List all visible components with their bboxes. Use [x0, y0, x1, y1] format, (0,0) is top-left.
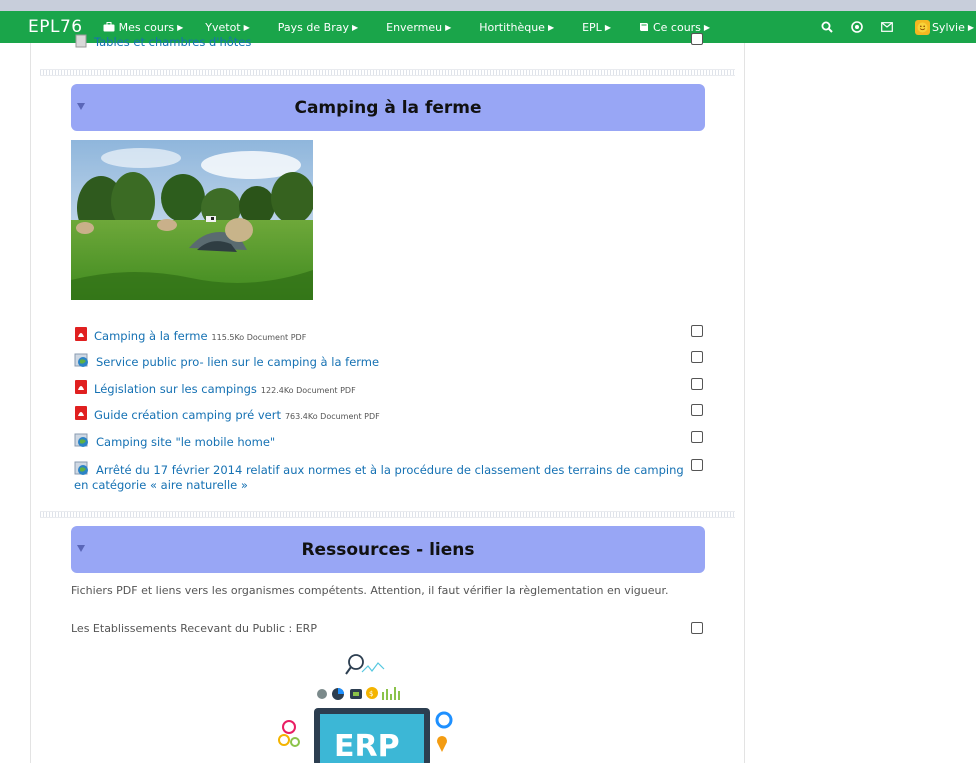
activity-label: Législation sur les campings — [94, 382, 257, 396]
pdf-icon — [74, 379, 88, 400]
activity-label: Camping site "le mobile home" — [96, 435, 276, 449]
activity-service-public-link[interactable]: Service public pro- lien sur le camping … — [74, 352, 379, 373]
completion-checkbox[interactable] — [691, 33, 703, 45]
url-icon — [74, 432, 90, 453]
activity-label: Service public pro- lien sur le camping … — [96, 355, 380, 369]
section-separator — [40, 511, 735, 518]
activity-label-line2: en catégorie « aire naturelle » — [74, 478, 248, 492]
resource-meta: 763.4Ko Document PDF — [284, 412, 380, 421]
completion-checkbox[interactable] — [691, 404, 703, 416]
section-separator — [40, 69, 735, 76]
resource-meta: 122.4Ko Document PDF — [260, 386, 356, 395]
completion-checkbox[interactable] — [691, 431, 703, 443]
target-icon[interactable] — [847, 17, 867, 37]
navbar-right-tools: Sylvie ▶ — [817, 11, 976, 43]
nav-label: EPL — [582, 20, 602, 34]
completion-checkbox[interactable] — [691, 622, 703, 634]
url-icon — [74, 352, 90, 373]
nav-item-ce-cours[interactable]: Ce cours ▶ — [639, 21, 710, 34]
user-menu[interactable]: Sylvie ▶ — [914, 19, 974, 35]
caret-right-icon: ▶ — [604, 22, 611, 32]
label-erp: Les Etablissements Recevant du Public : … — [71, 622, 317, 635]
activity-guide-creation-pdf[interactable]: Guide création camping pré vert 763.4Ko D… — [74, 405, 380, 426]
activity-tables-chambres[interactable]: Tables et chambres d'hôtes — [74, 34, 251, 53]
activity-mobile-home-link[interactable]: Camping site "le mobile home" — [74, 432, 275, 453]
pdf-icon — [74, 326, 88, 347]
pdf-icon — [74, 405, 88, 426]
activity-label-line1: Arrêté du 17 février 2014 relatif aux no… — [96, 463, 684, 477]
nav-item-hortitheque[interactable]: Hortithèque ▶ — [479, 21, 554, 34]
resource-meta: 115.5Ko Document PDF — [211, 333, 307, 342]
section-summary: Fichiers PDF et liens vers les organisme… — [71, 584, 669, 597]
nav-label: Envermeu — [386, 20, 443, 34]
user-name: Sylvie — [931, 20, 965, 34]
activity-arrete-link-continued[interactable]: en catégorie « aire naturelle » — [74, 477, 248, 494]
activity-label: Camping à la ferme — [94, 329, 208, 343]
smiley-avatar — [914, 19, 930, 35]
nav-item-yvetot[interactable]: Yvetot ▶ — [205, 21, 250, 34]
nav-item-epl[interactable]: EPL ▶ — [582, 21, 611, 34]
activity-camping-ferme-pdf[interactable]: Camping à la ferme 115.5Ko Document PDF — [74, 326, 306, 347]
erp-logo-text: ERP — [334, 729, 400, 763]
erp-illustration: $ ERP — [278, 654, 453, 763]
collapse-triangle-icon[interactable] — [77, 103, 85, 110]
nav-label: Yvetot — [205, 20, 241, 34]
caret-right-icon: ▶ — [445, 22, 452, 32]
activity-label: Guide création camping pré vert — [94, 408, 281, 422]
activity-label: Tables et chambres d'hôtes — [94, 35, 252, 49]
nav-label: Pays de Bray — [277, 20, 349, 34]
nav-label: Mes cours — [118, 20, 175, 34]
caret-right-icon: ▶ — [177, 22, 184, 32]
section-header-camping: Camping à la ferme — [71, 84, 705, 131]
nav-label: Ce cours — [652, 20, 701, 34]
section-title: Ressources - liens — [301, 539, 475, 560]
nav-item-pays-de-bray[interactable]: Pays de Bray ▶ — [278, 21, 358, 34]
completion-checkbox[interactable] — [691, 351, 703, 363]
section-header-ressources: Ressources - liens — [71, 526, 705, 573]
caret-right-icon: ▶ — [243, 22, 250, 32]
section-title: Camping à la ferme — [294, 97, 482, 118]
activity-legislation-pdf[interactable]: Législation sur les campings 122.4Ko Docu… — [74, 379, 356, 400]
nav-label: Hortithèque — [479, 20, 545, 34]
document-icon — [74, 34, 88, 53]
browser-top-strip — [0, 0, 976, 11]
search-icon[interactable] — [817, 17, 837, 37]
completion-checkbox[interactable] — [691, 378, 703, 390]
caret-right-icon: ▶ — [967, 22, 974, 32]
completion-checkbox[interactable] — [691, 459, 703, 471]
completion-checkbox[interactable] — [691, 325, 703, 337]
book-icon — [639, 23, 648, 31]
collapse-triangle-icon[interactable] — [77, 545, 85, 552]
svg-text:$: $ — [369, 690, 373, 698]
caret-right-icon: ▶ — [351, 22, 359, 32]
campsite-photo — [71, 140, 313, 300]
nav-item-envermeu[interactable]: Envermeu ▶ — [386, 21, 451, 34]
caret-right-icon: ▶ — [703, 22, 711, 32]
nav-item-mes-cours[interactable]: Mes cours ▶ — [103, 20, 184, 34]
briefcase-icon — [103, 22, 115, 32]
caret-right-icon: ▶ — [547, 22, 555, 32]
mail-icon[interactable] — [877, 17, 897, 37]
